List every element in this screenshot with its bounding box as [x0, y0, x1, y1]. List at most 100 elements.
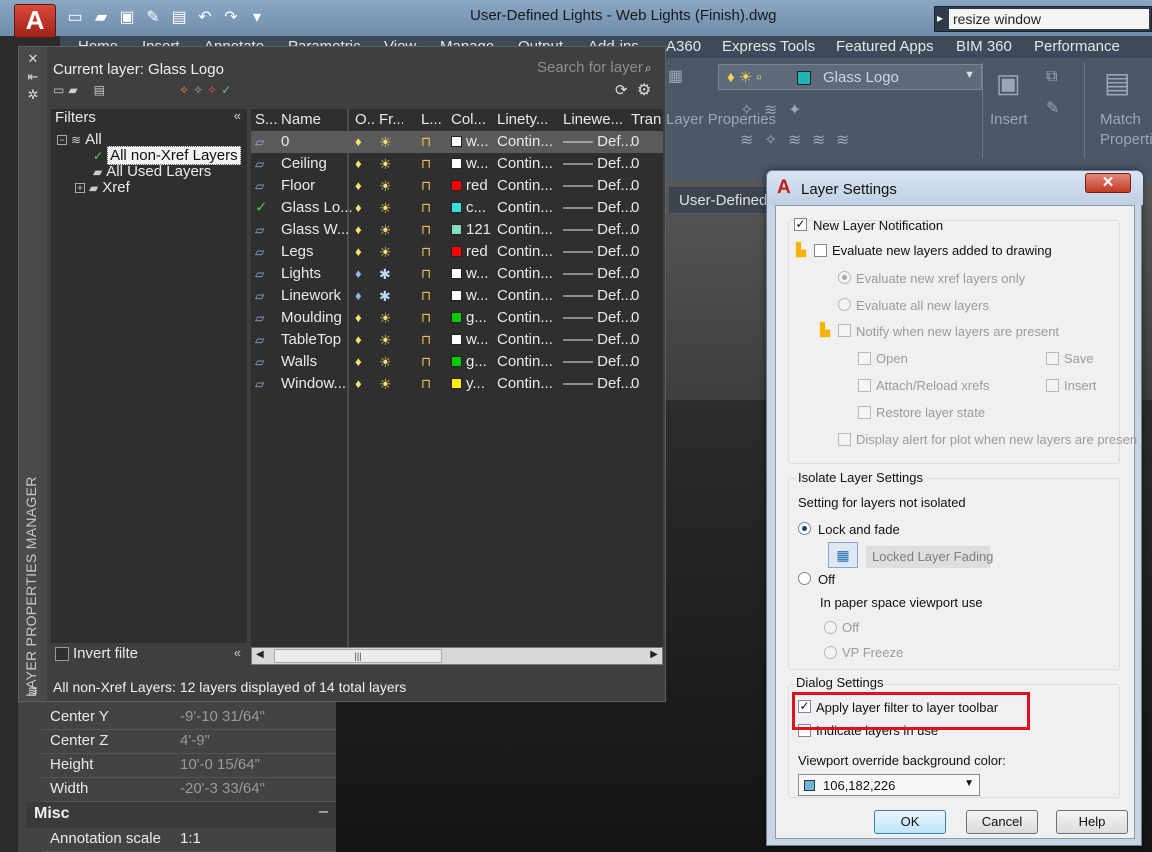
- lock-cell[interactable]: ⊓: [421, 131, 447, 153]
- color-cell[interactable]: w...: [451, 329, 501, 351]
- notify-present-checkbox[interactable]: [838, 324, 851, 337]
- column-header[interactable]: Col...: [451, 111, 495, 131]
- sun-icon[interactable]: ☀: [379, 354, 392, 370]
- transparency-cell[interactable]: 0: [631, 197, 663, 219]
- ribbon-tab[interactable]: BIM 360: [956, 38, 1012, 55]
- layer-name[interactable]: Legs: [281, 241, 353, 263]
- refresh-icon[interactable]: ⟳: [615, 81, 628, 99]
- freeze-cell[interactable]: ☀: [379, 219, 409, 241]
- collapse-icon[interactable]: –: [319, 803, 328, 821]
- new-layer-notification-checkbox[interactable]: ✓: [794, 218, 807, 231]
- table-row[interactable]: ▱ Moulding ♦ ☀ ⊓ g... Contin... —— Def... 0: [251, 307, 663, 329]
- transparency-cell[interactable]: 0: [631, 285, 663, 307]
- column-header[interactable]: L...: [421, 111, 441, 131]
- color-cell[interactable]: red: [451, 175, 501, 197]
- delete-layer-icon[interactable]: ✧: [207, 83, 217, 99]
- undo-icon[interactable]: ↶: [194, 8, 216, 28]
- new-layer-vp-frozen-icon[interactable]: ✧: [193, 83, 203, 99]
- lightbulb-icon[interactable]: ♦: [355, 134, 362, 149]
- table-row[interactable]: ✓ Glass Lo... ♦ ☀ ⊓ c... Contin... —— Def... 0: [251, 197, 663, 219]
- lineweight-cell[interactable]: —— Def...: [563, 329, 633, 351]
- locked-layer-fading-field[interactable]: Locked Layer Fading: [866, 546, 993, 568]
- dialog-title-bar[interactable]: A Layer Settings ✕: [767, 171, 1143, 205]
- chevron-down-icon[interactable]: ▼: [964, 778, 974, 789]
- scroll-left-icon[interactable]: ◀: [256, 649, 264, 660]
- lineweight-cell[interactable]: —— Def...: [563, 241, 633, 263]
- layer-tool-icon[interactable]: ≋: [764, 100, 777, 120]
- evaluate-all-radio[interactable]: [838, 298, 851, 311]
- evaluate-xref-only-radio[interactable]: [838, 271, 851, 284]
- layer-states-icon[interactable]: ▤: [94, 83, 105, 99]
- open-folder-icon[interactable]: ▰: [90, 8, 112, 28]
- ribbon-tab[interactable]: Featured Apps: [836, 38, 934, 55]
- lineweight-cell[interactable]: —— Def...: [563, 153, 633, 175]
- unlock-icon[interactable]: ⊓: [421, 332, 431, 347]
- cancel-button[interactable]: Cancel: [966, 810, 1038, 834]
- block-tool-icon[interactable]: ⧉: [1046, 68, 1057, 86]
- freeze-cell[interactable]: ☀: [379, 241, 409, 263]
- property-row[interactable]: Center Y -9'-10 31/64": [42, 706, 336, 730]
- column-header[interactable]: Linety...: [497, 111, 555, 131]
- transparency-cell[interactable]: 0: [631, 153, 663, 175]
- tree-item-non-xref[interactable]: ✓ All non-Xref Layers: [93, 146, 241, 165]
- collapse-left-icon[interactable]: «: [234, 108, 241, 123]
- freeze-cell[interactable]: ☀: [379, 197, 409, 219]
- lock-cell[interactable]: ⊓: [421, 153, 447, 175]
- color-cell[interactable]: g...: [451, 351, 501, 373]
- lightbulb-icon[interactable]: ♦: [355, 266, 362, 281]
- settings-icon[interactable]: ✲: [26, 87, 40, 103]
- layer-name[interactable]: Glass W...: [281, 219, 353, 241]
- lightbulb-icon[interactable]: ♦: [355, 288, 362, 303]
- layer-tool-icon[interactable]: ≋: [788, 130, 801, 150]
- unlock-icon[interactable]: ⊓: [421, 200, 431, 215]
- tree-item-xref[interactable]: + ▰ Xref: [75, 179, 130, 196]
- layer-tool-icon[interactable]: ✧: [740, 100, 753, 120]
- linetype-cell[interactable]: Contin...: [497, 197, 561, 219]
- lock-cell[interactable]: ⊓: [421, 307, 447, 329]
- chevron-down-icon[interactable]: ▼: [964, 69, 975, 81]
- linetype-cell[interactable]: Contin...: [497, 153, 561, 175]
- snowflake-icon[interactable]: ✱: [379, 288, 391, 304]
- freeze-cell[interactable]: ☀: [379, 153, 409, 175]
- freeze-cell[interactable]: ☀: [379, 329, 409, 351]
- on-cell[interactable]: ♦: [355, 351, 381, 373]
- transparency-cell[interactable]: 0: [631, 241, 663, 263]
- new-layer-icon[interactable]: ✧: [179, 83, 189, 99]
- lightbulb-icon[interactable]: ♦: [355, 222, 362, 237]
- on-cell[interactable]: ♦: [355, 307, 381, 329]
- lock-cell[interactable]: ⊓: [421, 285, 447, 307]
- layer-name[interactable]: Window...: [281, 373, 353, 395]
- scroll-right-icon[interactable]: ▶: [650, 649, 658, 660]
- print-icon[interactable]: ▤: [168, 8, 190, 28]
- color-cell[interactable]: w...: [451, 131, 501, 153]
- lock-cell[interactable]: ⊓: [421, 263, 447, 285]
- close-icon[interactable]: ✕: [26, 51, 40, 67]
- vp-freeze-radio[interactable]: [824, 646, 837, 659]
- transparency-cell[interactable]: 0: [631, 307, 663, 329]
- unlock-icon[interactable]: ⊓: [421, 222, 431, 237]
- property-row[interactable]: Annotation scale 1:1: [42, 828, 336, 852]
- layer-search[interactable]: Search for layer ⌕: [537, 59, 652, 76]
- color-cell[interactable]: red: [451, 241, 501, 263]
- lineweight-cell[interactable]: —— Def...: [563, 307, 633, 329]
- linetype-cell[interactable]: Contin...: [497, 285, 561, 307]
- freeze-cell[interactable]: ✱: [379, 285, 409, 307]
- table-row[interactable]: ▱ Window... ♦ ☀ ⊓ y... Contin... —— Def... 0: [251, 373, 663, 395]
- table-row[interactable]: ▱ Ceiling ♦ ☀ ⊓ w... Contin... —— Def... 0: [251, 153, 663, 175]
- block-tool-icon[interactable]: ✎: [1046, 98, 1059, 118]
- search-box[interactable]: ▸: [934, 6, 1152, 32]
- column-header[interactable]: O...: [355, 111, 375, 131]
- ribbon-tab[interactable]: Express Tools: [722, 38, 815, 55]
- set-current-icon[interactable]: ✓: [221, 83, 231, 99]
- layer-tool-icon[interactable]: ≋: [740, 130, 753, 150]
- transparency-cell[interactable]: 0: [631, 373, 663, 395]
- unlock-icon[interactable]: ⊓: [421, 178, 431, 193]
- transparency-cell[interactable]: 0: [631, 131, 663, 153]
- freeze-cell[interactable]: ✱: [379, 263, 409, 285]
- layer-tool-icon[interactable]: ≋: [812, 130, 825, 150]
- transparency-cell[interactable]: 0: [631, 329, 663, 351]
- tree-toggle-icon[interactable]: −: [57, 135, 67, 145]
- lineweight-cell[interactable]: —— Def...: [563, 197, 633, 219]
- lightbulb-icon[interactable]: ♦: [355, 310, 362, 325]
- lineweight-cell[interactable]: —— Def...: [563, 373, 633, 395]
